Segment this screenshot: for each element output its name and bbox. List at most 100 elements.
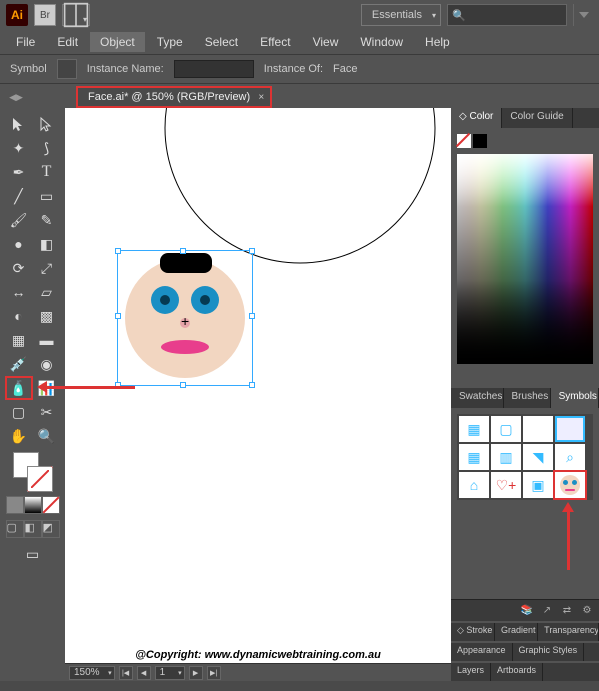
mesh-tool[interactable]: ▦ — [5, 328, 33, 352]
symbol-grid[interactable]: ▦ — [459, 416, 489, 442]
document-tab[interactable]: Face.ai* @ 150% (RGB/Preview) × — [76, 86, 272, 108]
lasso-tool[interactable]: ⟆ — [33, 136, 61, 160]
symbol-face[interactable] — [555, 472, 585, 498]
symbol-blank1[interactable] — [523, 416, 553, 442]
tab-symbols[interactable]: Symbols — [551, 388, 599, 408]
stroke-swatch[interactable] — [27, 466, 53, 492]
fill-stroke-mini[interactable] — [457, 134, 593, 148]
status-bar: 150% |◀ ◀ 1 ▶ ▶| — [65, 663, 451, 681]
none-mode-button[interactable] — [42, 496, 60, 514]
screen-mode-button[interactable]: ▭ — [19, 542, 47, 566]
symbol-thumbnail-icon[interactable] — [57, 59, 77, 79]
symbol-home[interactable]: ⌂ — [459, 472, 489, 498]
eyedropper-tool[interactable]: 💉 — [5, 352, 33, 376]
menu-effect[interactable]: Effect — [250, 32, 300, 52]
symbol-sprayer-tool[interactable]: 🧴 — [5, 376, 33, 400]
break-link-icon[interactable]: ⇄ — [559, 603, 575, 619]
menu-type[interactable]: Type — [147, 32, 193, 52]
instance-of-value: Face — [333, 63, 357, 75]
draw-behind-button[interactable]: ◧ — [24, 520, 42, 538]
artboard-tool[interactable]: ▢ — [5, 400, 33, 424]
prev-artboard-button[interactable]: ◀ — [137, 666, 151, 680]
tab-artboards[interactable]: Artboards — [491, 663, 543, 681]
pencil-tool[interactable]: ✎ — [33, 208, 61, 232]
tab-swatches[interactable]: Swatches — [451, 388, 504, 408]
workspace-switcher[interactable]: Essentials — [361, 4, 441, 26]
fill-stroke-indicator[interactable] — [13, 452, 53, 492]
symbol-blank2[interactable] — [555, 416, 585, 442]
tab-appearance[interactable]: Appearance — [451, 643, 513, 661]
tools-panel: ✦⟆ ✒T ╱▭ 🖌✎ ●◧ ⟳⤢ ↔▱ ◐▩ ▦▬ 💉◉ 🧴📊 ▢✂ ✋🔍 ▢… — [0, 108, 65, 681]
tab-gradient[interactable]: Gradient — [495, 623, 538, 641]
hand-tool[interactable]: ✋ — [5, 424, 33, 448]
magic-wand-tool[interactable]: ✦ — [5, 136, 33, 160]
direct-selection-tool[interactable] — [33, 112, 61, 136]
symbol-floppy[interactable]: ▣ — [523, 472, 553, 498]
zoom-tool[interactable]: 🔍 — [33, 424, 61, 448]
menu-help[interactable]: Help — [415, 32, 460, 52]
scale-tool[interactable]: ⤢ — [33, 256, 61, 280]
blob-brush-tool[interactable]: ● — [5, 232, 33, 256]
tab-layers[interactable]: Layers — [451, 663, 491, 681]
shape-builder-tool[interactable]: ◐ — [5, 304, 33, 328]
tab-stroke[interactable]: ◇ Stroke — [451, 623, 495, 641]
menu-view[interactable]: View — [303, 32, 349, 52]
rectangle-tool[interactable]: ▭ — [33, 184, 61, 208]
color-spectrum[interactable] — [457, 154, 593, 364]
tab-color[interactable]: ◇ Color — [451, 108, 502, 128]
artboard-number[interactable]: 1 — [155, 666, 185, 680]
zoom-select[interactable]: 150% — [69, 666, 115, 680]
type-tool[interactable]: T — [33, 160, 61, 184]
menu-select[interactable]: Select — [195, 32, 248, 52]
close-tab-icon[interactable]: × — [258, 92, 264, 103]
first-artboard-button[interactable]: |◀ — [119, 666, 133, 680]
perspective-tool[interactable]: ▩ — [33, 304, 61, 328]
eraser-tool[interactable]: ◧ — [33, 232, 61, 256]
symbol-square[interactable]: ▢ — [491, 416, 521, 442]
symbol-options-icon[interactable]: ⚙ — [579, 603, 595, 619]
slice-tool[interactable]: ✂ — [33, 400, 61, 424]
menu-edit[interactable]: Edit — [47, 32, 88, 52]
symbol-film[interactable]: ▥ — [491, 444, 521, 470]
free-transform-tool[interactable]: ▱ — [33, 280, 61, 304]
draw-normal-button[interactable]: ▢ — [6, 520, 24, 538]
color-mode-button[interactable] — [6, 496, 24, 514]
place-symbol-icon[interactable]: ↗ — [539, 603, 555, 619]
tab-scroll-icon[interactable]: ◀▶ — [6, 86, 26, 108]
symbol-rss[interactable]: ◥ — [523, 444, 553, 470]
menu-window[interactable]: Window — [350, 32, 413, 52]
menu-object[interactable]: Object — [90, 32, 145, 52]
symbols-grid: ▦ ▢ ▦ ▥ ◥ ⌕ ⌂ ♡+ ▣ — [457, 414, 593, 500]
menu-file[interactable]: File — [6, 32, 45, 52]
pen-tool[interactable]: ✒ — [5, 160, 33, 184]
selection-bounding-box[interactable] — [117, 250, 253, 386]
symbol-calendar[interactable]: ▦ — [459, 444, 489, 470]
arrange-documents-button[interactable] — [62, 4, 90, 26]
tab-color-guide[interactable]: Color Guide — [502, 108, 572, 128]
blend-tool[interactable]: ◉ — [33, 352, 61, 376]
search-input[interactable]: 🔍 — [447, 4, 567, 26]
tab-transparency[interactable]: Transparency — [538, 623, 599, 641]
tab-graphic-styles[interactable]: Graphic Styles — [513, 643, 585, 661]
symbol-search[interactable]: ⌕ — [555, 444, 585, 470]
layers-panel-tabs: Layers Artboards — [451, 663, 599, 681]
paintbrush-tool[interactable]: 🖌 — [5, 208, 33, 232]
next-artboard-button[interactable]: ▶ — [189, 666, 203, 680]
bridge-button[interactable]: Br — [34, 4, 56, 26]
gradient-mode-button[interactable] — [24, 496, 42, 514]
instance-name-input[interactable] — [174, 60, 254, 78]
control-bar: Symbol Instance Name: Instance Of: Face — [0, 54, 599, 84]
last-artboard-button[interactable]: ▶| — [207, 666, 221, 680]
tab-brushes[interactable]: Brushes — [504, 388, 551, 408]
symbol-heart-plus[interactable]: ♡+ — [491, 472, 521, 498]
draw-inside-button[interactable]: ◩ — [42, 520, 60, 538]
appearance-panel-tabs: Appearance Graphic Styles — [451, 643, 599, 661]
width-tool[interactable]: ↔ — [5, 280, 33, 304]
symbol-library-icon[interactable]: 📚 — [519, 603, 535, 619]
cloud-dropdown[interactable] — [573, 4, 593, 26]
selection-tool[interactable] — [5, 112, 33, 136]
swatches-panel-tabs: Swatches Brushes Symbols — [451, 388, 599, 408]
rotate-tool[interactable]: ⟳ — [5, 256, 33, 280]
gradient-tool[interactable]: ▬ — [33, 328, 61, 352]
line-tool[interactable]: ╱ — [5, 184, 33, 208]
